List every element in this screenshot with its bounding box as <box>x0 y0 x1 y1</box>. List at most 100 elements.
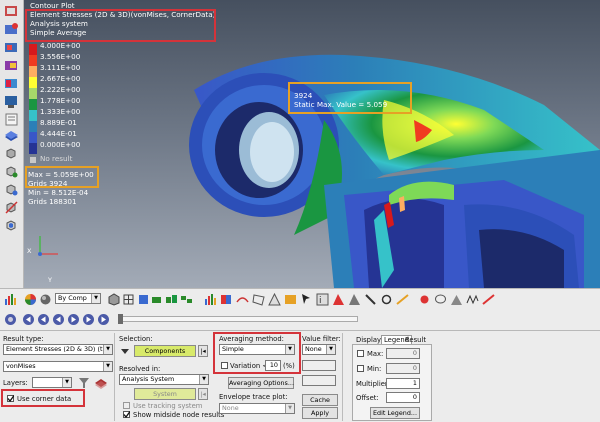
apply-button[interactable]: Apply <box>302 407 338 419</box>
selection-type-icon[interactable] <box>119 346 131 357</box>
vector-icon[interactable] <box>4 58 19 73</box>
find-icon[interactable] <box>4 182 19 197</box>
mask-icon[interactable] <box>4 164 19 179</box>
filter-icon[interactable] <box>78 377 90 389</box>
animation-settings-icon[interactable] <box>4 313 17 326</box>
animation-slider[interactable] <box>118 314 358 324</box>
envelope-trace-select[interactable]: None ▼ <box>219 403 295 414</box>
color-wheel-icon[interactable] <box>24 293 37 306</box>
legend-value: 1.333E+00 <box>40 107 81 116</box>
use-tracking-checkbox[interactable] <box>123 402 130 409</box>
chevron-down-icon: ▼ <box>62 378 71 387</box>
reset-system-icon[interactable]: |◂ <box>198 388 208 400</box>
cache-button[interactable]: Cache <box>302 394 338 406</box>
assign-result-icon[interactable] <box>4 22 19 37</box>
slice-icon[interactable] <box>268 292 281 306</box>
mesh-icon[interactable] <box>165 293 178 306</box>
legend-swatch <box>29 121 37 132</box>
sphere-icon[interactable] <box>39 293 52 306</box>
axis-x-label: X <box>27 247 32 255</box>
legend-value: 2.222E+00 <box>40 85 81 94</box>
envelope-trace-label: Envelope trace plot: <box>219 393 288 401</box>
tools-icon[interactable] <box>380 293 393 306</box>
measure-icon[interactable] <box>4 94 19 109</box>
query-icon[interactable]: i <box>316 293 329 306</box>
offset-input[interactable]: 0 <box>386 392 420 403</box>
section-cut-icon[interactable] <box>252 293 265 306</box>
legend-swatch <box>29 66 37 77</box>
deformed-icon[interactable] <box>4 40 19 55</box>
averaging-highlight-box <box>213 332 301 374</box>
system-button[interactable]: System <box>134 388 196 400</box>
align-icon[interactable] <box>450 293 463 306</box>
display-mode-icon[interactable] <box>4 128 19 143</box>
deform-icon[interactable] <box>220 293 233 306</box>
legend-swatch <box>29 99 37 110</box>
multiplier-input[interactable]: 1 <box>386 378 420 389</box>
filter-max-input[interactable] <box>302 375 336 386</box>
spring-icon[interactable] <box>466 293 479 306</box>
legend-max-checkbox[interactable] <box>357 350 364 357</box>
annotate-icon[interactable] <box>418 293 431 306</box>
iso-icon[interactable] <box>284 293 297 306</box>
chevron-down-icon: ▼ <box>326 345 335 354</box>
result-type-select[interactable]: Element Stresses (2D & 3D) (t) ▼ <box>3 344 113 355</box>
multiplier-label: Multiplier: <box>356 380 390 388</box>
graphics-viewport[interactable]: Contour Plot Element Stresses (2D & 3D)(… <box>24 0 600 288</box>
play-icon[interactable] <box>67 313 80 326</box>
tab-display[interactable]: Display <box>356 336 381 344</box>
components-button[interactable]: Components <box>134 345 196 357</box>
layers-select[interactable]: ▼ <box>32 377 72 388</box>
hotspot-icon[interactable] <box>332 293 345 306</box>
contour-icon[interactable] <box>4 4 19 19</box>
shaded-icon[interactable] <box>137 293 150 306</box>
probe-icon[interactable] <box>300 293 313 306</box>
cube-icon[interactable] <box>107 293 120 306</box>
first-frame-icon[interactable] <box>22 313 35 326</box>
axis-y-label: Y <box>48 276 52 284</box>
play-reverse-icon[interactable] <box>52 313 65 326</box>
animate-icon[interactable] <box>236 293 249 306</box>
plot-icon[interactable] <box>204 293 217 306</box>
display-mode-select[interactable]: By Comp ▼ <box>55 293 101 304</box>
no-result-swatch <box>30 157 36 163</box>
section-icon[interactable] <box>364 293 377 306</box>
value-filter-select[interactable]: None ▼ <box>302 344 336 355</box>
notes-icon[interactable] <box>4 112 19 127</box>
note-icon[interactable] <box>434 293 447 306</box>
slider-handle[interactable] <box>118 314 123 324</box>
last-frame-icon[interactable] <box>97 313 110 326</box>
legend-value: 1.778E+00 <box>40 96 81 105</box>
measure-tool-icon[interactable] <box>396 293 409 306</box>
chevron-down-icon: ▼ <box>103 362 112 371</box>
elements-icon[interactable] <box>180 293 193 306</box>
averaging-options-button[interactable]: Averaging Options... <box>228 377 294 389</box>
tracking-icon[interactable] <box>348 293 361 306</box>
edit-legend-button[interactable]: Edit Legend... <box>370 407 420 419</box>
ruler-icon[interactable] <box>482 293 495 306</box>
show-midside-checkbox[interactable] <box>123 411 130 418</box>
hide-icon[interactable] <box>4 200 19 215</box>
tab-result[interactable]: Result <box>405 336 426 344</box>
entity-state-icon[interactable] <box>4 146 19 161</box>
filter-min-input[interactable] <box>302 360 336 371</box>
layers-options-icon[interactable] <box>94 377 108 389</box>
tensor-icon[interactable] <box>4 76 19 91</box>
corner-data-highlight-box <box>1 389 85 407</box>
legend-swatch <box>29 110 37 121</box>
result-type-value: Element Stresses (2D & 3D) (t) <box>6 345 105 353</box>
resolved-in-select[interactable]: Analysis System ▼ <box>119 374 209 385</box>
feature-icon[interactable] <box>150 293 163 306</box>
next-frame-icon[interactable] <box>82 313 95 326</box>
legend-min-input[interactable]: 0 <box>386 363 420 374</box>
legend-min-checkbox[interactable] <box>357 365 364 372</box>
wireframe-icon[interactable] <box>122 293 135 306</box>
previous-frame-icon[interactable] <box>37 313 50 326</box>
legend-value: 0.000E+00 <box>40 140 81 149</box>
show-midside-label: Show midside node results <box>133 411 225 419</box>
bar-chart-icon[interactable] <box>4 293 17 306</box>
isolate-icon[interactable] <box>4 218 19 233</box>
component-select[interactable]: vonMises ▼ <box>3 361 113 372</box>
legend-max-input[interactable]: 0 <box>386 348 420 359</box>
reset-selection-icon[interactable]: |◂ <box>198 345 208 357</box>
